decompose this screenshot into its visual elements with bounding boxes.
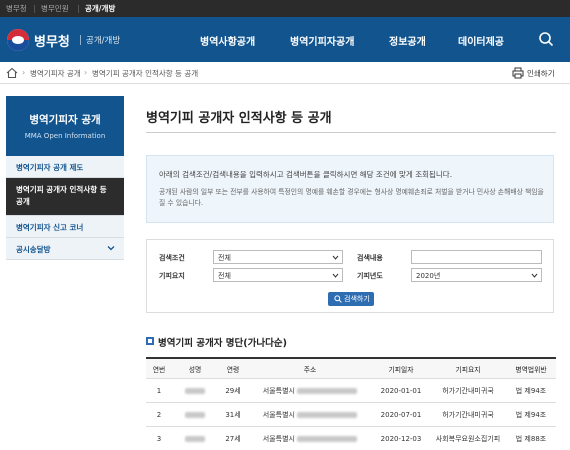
sidebar-subtitle: MMA Open Information xyxy=(24,132,106,140)
evader-table: 연번 성명 연령 주소 기피일자 기피요지 병역법위반 1 29세 서울특별시 … xyxy=(146,357,556,450)
logo-text[interactable]: 병무청 xyxy=(34,31,70,50)
notice-warning: 공개된 사람의 일부 또는 전부를 사용하여 특정인의 명예를 훼손할 경우에는… xyxy=(159,188,544,207)
divider xyxy=(78,5,79,13)
chevron-down-icon xyxy=(531,273,538,278)
column-header: 연번 xyxy=(152,365,166,374)
cell-reason: 사회복무요원소집기피 xyxy=(435,434,501,443)
notice-box: 아래의 검색조건/검색내용을 입력하시고 검색버튼을 클릭하시면 해당 조건에 … xyxy=(146,155,554,223)
cell-date: 2020-07-01 xyxy=(380,410,422,419)
select-value: 2020년 xyxy=(416,272,441,280)
cell-no: 1 xyxy=(156,386,162,395)
cell-law: 법 제88조 xyxy=(515,434,547,443)
cell-address: 서울특별시 xyxy=(248,427,372,450)
column-header: 성명 xyxy=(188,365,202,374)
section-bullet-icon xyxy=(146,337,154,345)
sidebar-item-report[interactable]: 병역기피자 신고 코너 xyxy=(6,216,124,238)
cell-law: 법 제94조 xyxy=(515,386,547,395)
nav-info-disclosure[interactable]: 정보공개 xyxy=(389,33,426,48)
sidebar-header: 병역기피자 공개 MMA Open Information xyxy=(6,96,124,156)
home-icon[interactable] xyxy=(6,67,18,79)
notice-text: 아래의 검색조건/검색내용을 입력하시고 검색버튼을 클릭하시면 해당 조건에 … xyxy=(159,170,453,179)
column-header: 기피요지 xyxy=(455,365,481,374)
cell-name-redacted xyxy=(172,379,218,402)
address-prefix: 서울특별시 xyxy=(262,386,295,395)
table-header-row: 연번 성명 연령 주소 기피일자 기피요지 병역법위반 xyxy=(146,359,556,379)
chevron-down-icon xyxy=(332,255,339,260)
column-header: 병역법위반 xyxy=(515,365,547,374)
page-title: 병역기피 공개자 인적사항 등 공개 xyxy=(146,111,332,126)
cell-date: 2020-12-03 xyxy=(380,434,422,443)
cell-no: 2 xyxy=(156,410,162,419)
divider xyxy=(80,35,81,45)
search-condition-label: 검색조건 xyxy=(159,254,185,262)
site-header: 병무청 공개/개방 병역사항공개 병역기피자공개 정보공개 데이터제공 xyxy=(0,17,570,62)
cell-reason: 허가기간내미귀국 xyxy=(442,410,494,419)
cell-address: 서울특별시 xyxy=(248,403,372,426)
top-utility-bar: 병무청 병무민원 공개/개방 xyxy=(0,0,570,17)
address-prefix: 서울특별시 xyxy=(262,410,295,419)
topbar-link-open[interactable]: 공개/개방 xyxy=(85,3,115,14)
sidebar-item-label: 병역기피 공개자 인적사항 등 공개 xyxy=(16,185,107,206)
search-condition-select[interactable]: 전체 xyxy=(213,250,343,264)
sidebar-item-label: 병역기피자 공개 제도 xyxy=(16,163,84,172)
divider xyxy=(34,5,35,13)
topbar-link-civil[interactable]: 병무민원 xyxy=(41,3,69,14)
divider xyxy=(146,132,556,133)
cell-age: 31세 xyxy=(225,410,241,419)
evasion-year-label: 기피년도 xyxy=(357,272,383,280)
cell-address: 서울특별시 xyxy=(248,379,372,402)
printer-icon xyxy=(512,67,524,79)
column-header: 주소 xyxy=(303,365,317,374)
search-button-label: 검색하기 xyxy=(344,295,370,303)
column-header: 연령 xyxy=(226,365,240,374)
search-icon[interactable] xyxy=(538,31,554,47)
sidebar: 병역기피자 공개 MMA Open Information 병역기피자 공개 제… xyxy=(6,96,124,260)
table-row[interactable]: 2 31세 서울특별시 2020-07-01 허가기간내미귀국 법 제94조 xyxy=(146,403,556,427)
cell-no: 3 xyxy=(156,434,162,443)
cell-name-redacted xyxy=(172,427,218,450)
sidebar-item-system[interactable]: 병역기피자 공개 제도 xyxy=(6,156,124,178)
chevron-down-icon xyxy=(332,273,339,278)
table-row[interactable]: 1 29세 서울특별시 2020-01-01 허가기간내미귀국 법 제94조 xyxy=(146,379,556,403)
sidebar-title: 병역기피자 공개 xyxy=(29,114,101,126)
topbar-link-mma[interactable]: 병무청 xyxy=(6,3,27,14)
table-row[interactable]: 3 27세 서울특별시 2020-12-03 사회복무요원소집기피 법 제88조 xyxy=(146,427,556,450)
cell-age: 27세 xyxy=(225,434,241,443)
breadcrumb-current: 병역기피 공개자 인적사항 등 공개 xyxy=(92,69,199,78)
chevron-down-icon xyxy=(107,246,115,251)
nav-military-info[interactable]: 병역사항공개 xyxy=(200,33,255,48)
evasion-year-select[interactable]: 2020년 xyxy=(411,268,542,282)
logo-subtitle[interactable]: 공개/개방 xyxy=(86,34,120,46)
address-prefix: 서울특별시 xyxy=(262,434,295,443)
select-value: 전체 xyxy=(218,272,231,280)
search-icon xyxy=(334,295,342,303)
sidebar-item-label: 공시송달방 xyxy=(16,245,51,254)
cell-reason: 허가기간내미귀국 xyxy=(442,386,494,395)
chevron-right-icon: › xyxy=(22,68,26,77)
nav-evader-disclosure[interactable]: 병역기피자공개 xyxy=(290,33,354,48)
evasion-type-select[interactable]: 전체 xyxy=(213,268,343,282)
cell-name-redacted xyxy=(172,403,218,426)
cell-date: 2020-01-01 xyxy=(380,386,422,395)
select-value: 전체 xyxy=(218,254,231,262)
search-button[interactable]: 검색하기 xyxy=(328,292,374,306)
cell-law: 법 제94조 xyxy=(515,410,547,419)
sidebar-item-label: 병역기피자 신고 코너 xyxy=(16,223,84,232)
print-button[interactable]: 인쇄하기 xyxy=(512,67,562,81)
chevron-right-icon: › xyxy=(84,68,88,77)
search-content-input[interactable] xyxy=(411,250,542,264)
evasion-type-label: 기피요지 xyxy=(159,272,185,280)
mma-emblem-icon[interactable] xyxy=(7,29,29,51)
nav-data[interactable]: 데이터제공 xyxy=(458,33,504,48)
search-form: 검색조건 전체 검색내용 기피요지 전체 기피년도 2020년 검색하기 xyxy=(146,239,554,313)
breadcrumb-item[interactable]: 병역기피자 공개 xyxy=(30,68,81,79)
column-header: 기피일자 xyxy=(388,365,414,374)
print-label: 인쇄하기 xyxy=(527,69,555,78)
breadcrumb: › 병역기피자 공개 › 병역기피 공개자 인적사항 등 공개 인쇄하기 xyxy=(0,62,570,84)
sidebar-item-disclosure[interactable]: 병역기피 공개자 인적사항 등 공개 xyxy=(6,178,124,216)
search-content-label: 검색내용 xyxy=(357,254,383,262)
list-title: 병역기피 공개자 명단(가나다순) xyxy=(158,338,287,349)
sidebar-item-service[interactable]: 공시송달방 xyxy=(6,238,124,260)
cell-age: 29세 xyxy=(225,386,241,395)
